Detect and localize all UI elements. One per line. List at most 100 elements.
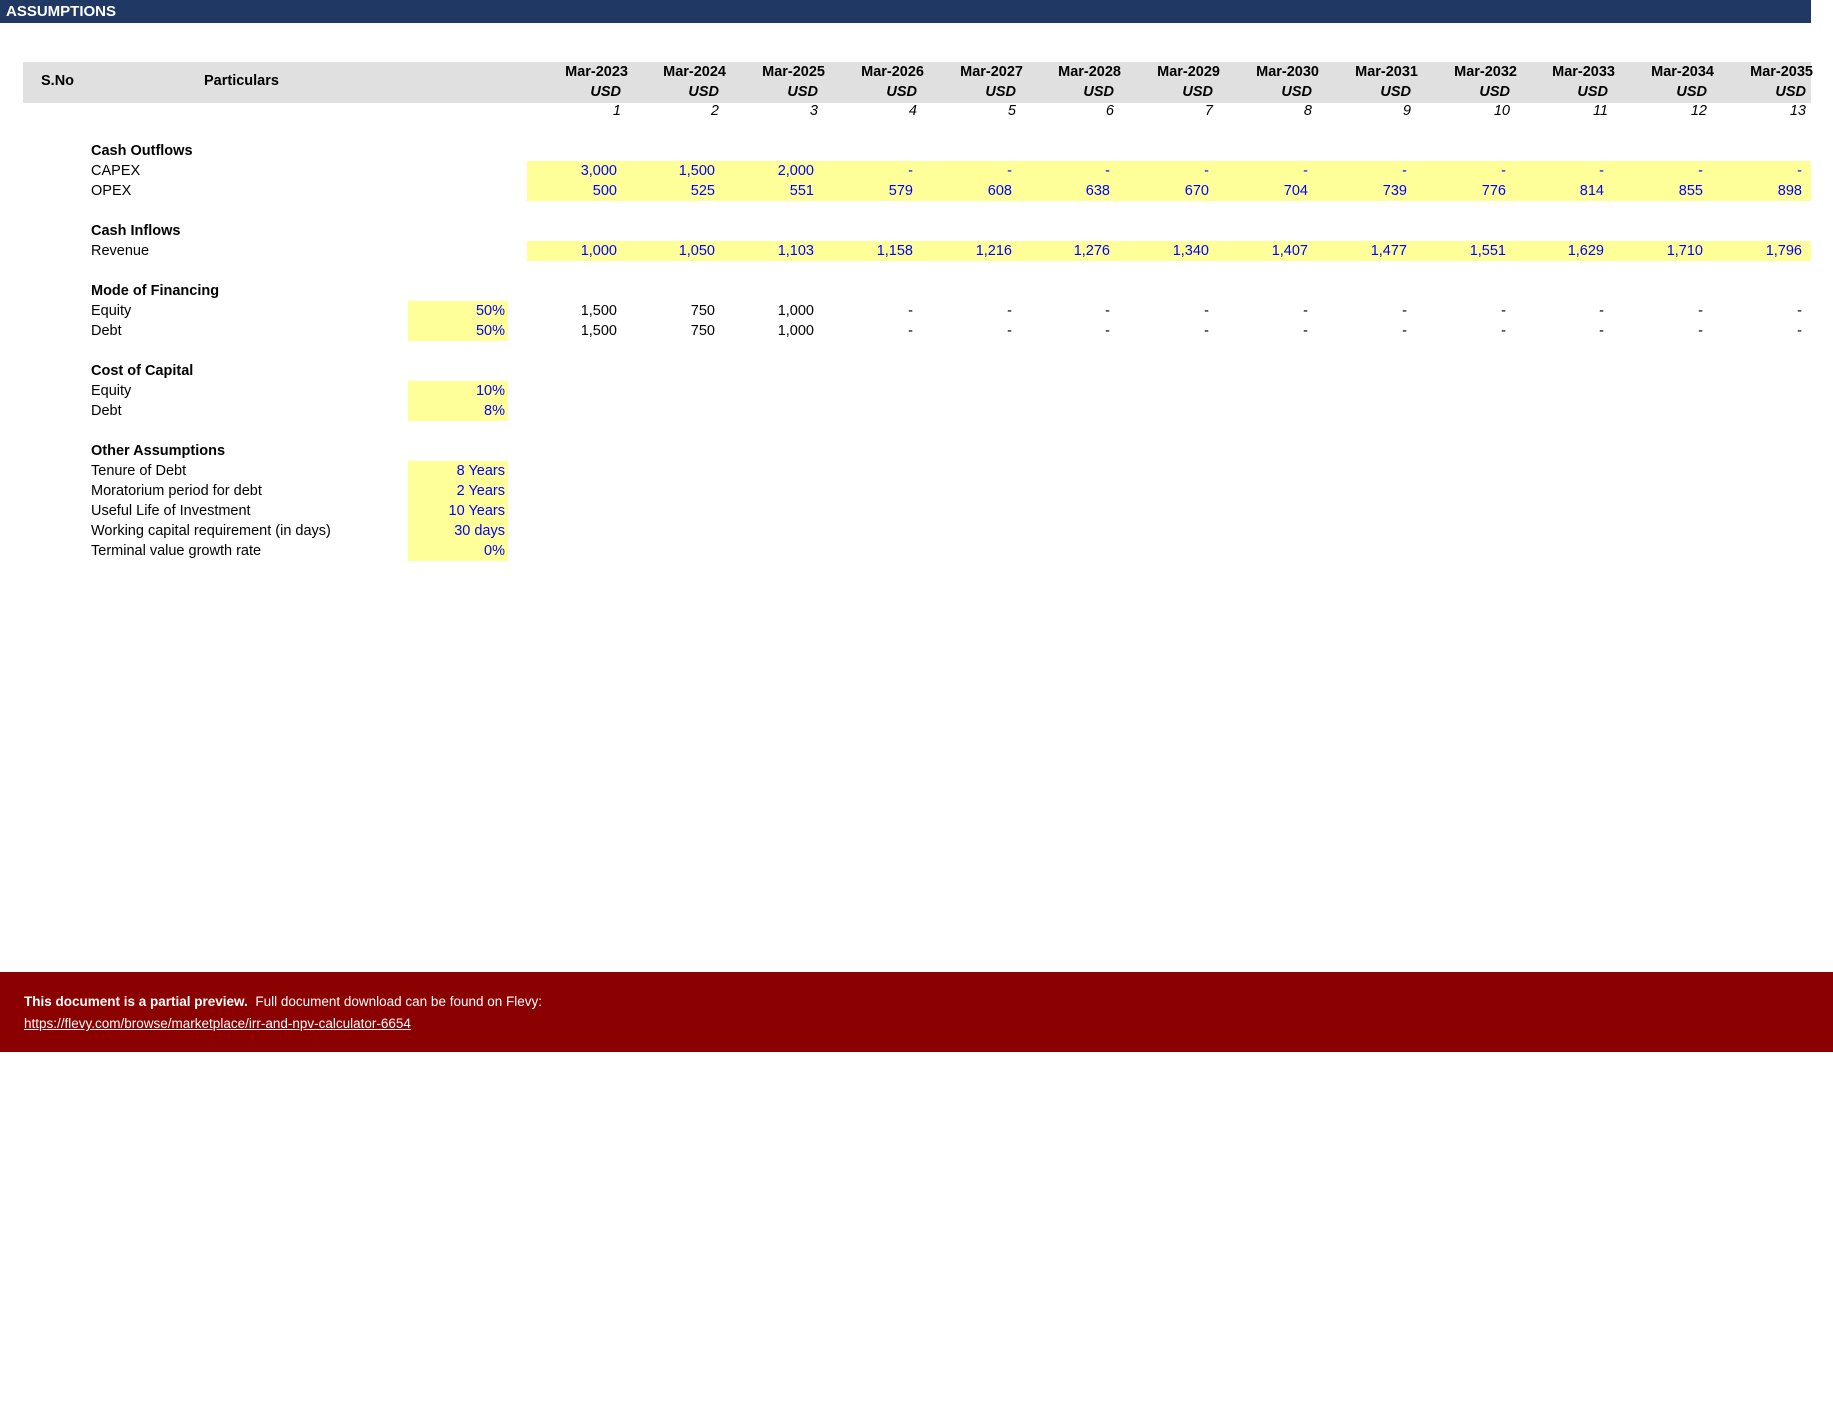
value-cell: - <box>1007 323 1012 339</box>
value-cell[interactable]: 525 <box>619 181 715 201</box>
assumption-input-cell[interactable]: 8 Years <box>408 461 508 481</box>
value-cell[interactable]: - <box>1410 161 1506 181</box>
value-cell: - <box>1698 323 1703 339</box>
sheet-title: ASSUMPTIONS <box>0 0 1811 23</box>
row-label: Debt <box>91 403 122 419</box>
assumption-input-cell[interactable]: 30 days <box>408 521 508 541</box>
value-cell: 1,000 <box>777 323 814 339</box>
value-cell[interactable]: 704 <box>1212 181 1308 201</box>
value-cell[interactable]: 739 <box>1311 181 1407 201</box>
period-index: 13 <box>1789 103 1806 119</box>
value-cell: - <box>1797 303 1802 319</box>
value-cell[interactable]: - <box>1014 161 1110 181</box>
value-cell[interactable]: - <box>1113 161 1209 181</box>
value-cell[interactable]: - <box>1311 161 1407 181</box>
value-cell[interactable]: - <box>916 161 1012 181</box>
value-cell[interactable]: 638 <box>1014 181 1110 201</box>
value-cell: 1,500 <box>580 303 617 319</box>
value-cell[interactable]: 500 <box>521 181 617 201</box>
value-cell[interactable]: 776 <box>1410 181 1506 201</box>
unit-label: USD <box>1775 84 1806 100</box>
assumption-input-cell[interactable]: 0% <box>408 541 508 561</box>
footer-bold-text: This document is a partial preview. <box>24 994 248 1009</box>
preview-footer: This document is a partial preview. Full… <box>0 972 1833 1052</box>
period-index: 9 <box>1402 103 1411 119</box>
value-cell[interactable]: 855 <box>1607 181 1703 201</box>
period-header: Mar-2034 <box>1651 64 1714 80</box>
value-cell[interactable]: 670 <box>1113 181 1209 201</box>
row-label: Moratorium period for debt <box>91 483 262 499</box>
value-cell[interactable]: - <box>1212 161 1308 181</box>
value-cell[interactable]: 1,103 <box>718 241 814 261</box>
period-index: 5 <box>1007 103 1016 119</box>
assumption-input-cell[interactable]: 50% <box>408 301 508 321</box>
value-cell[interactable]: - <box>1607 161 1703 181</box>
row-label: OPEX <box>91 183 132 199</box>
unit-label: USD <box>985 84 1016 100</box>
unit-label: USD <box>787 84 818 100</box>
value-cell[interactable]: 1,340 <box>1113 241 1209 261</box>
value-cell: - <box>1007 303 1012 319</box>
row-label: Revenue <box>91 243 150 259</box>
period-header: Mar-2024 <box>663 64 726 80</box>
value-cell[interactable]: 1,796 <box>1706 241 1802 261</box>
row-label: Tenure of Debt <box>91 463 187 479</box>
section-title-other-assumptions: Other Assumptions <box>91 443 226 459</box>
value-cell: - <box>1402 303 1407 319</box>
value-cell[interactable]: - <box>1706 161 1802 181</box>
value-cell[interactable]: 1,500 <box>619 161 715 181</box>
period-index: 6 <box>1105 103 1114 119</box>
value-cell[interactable]: - <box>817 161 913 181</box>
value-cell[interactable]: 898 <box>1706 181 1802 201</box>
value-cell[interactable]: 814 <box>1508 181 1604 201</box>
value-cell: - <box>1105 303 1110 319</box>
period-header: Mar-2027 <box>960 64 1023 80</box>
assumption-input-cell[interactable]: 10% <box>408 381 508 401</box>
row-label: Useful Life of Investment <box>91 503 251 519</box>
row-label: Terminal value growth rate <box>91 543 262 559</box>
unit-label: USD <box>1380 84 1411 100</box>
assumption-input-cell[interactable]: 10 Years <box>408 501 508 521</box>
period-header: Mar-2029 <box>1157 64 1220 80</box>
section-title-cost-of-capital: Cost of Capital <box>91 363 194 379</box>
value-cell[interactable]: - <box>1508 161 1604 181</box>
value-cell: 1,000 <box>777 303 814 319</box>
header-sno: S.No <box>41 73 75 89</box>
value-cell[interactable]: 608 <box>916 181 1012 201</box>
unit-label: USD <box>1577 84 1608 100</box>
value-cell[interactable]: 1,629 <box>1508 241 1604 261</box>
value-cell[interactable]: 1,050 <box>619 241 715 261</box>
value-cell[interactable]: 1,216 <box>916 241 1012 261</box>
value-cell[interactable]: 579 <box>817 181 913 201</box>
assumption-input-cell[interactable]: 8% <box>408 401 508 421</box>
value-cell[interactable]: 2,000 <box>718 161 814 181</box>
assumption-input-cell[interactable]: 50% <box>408 321 508 341</box>
section-title-mode-of-financing: Mode of Financing <box>91 283 220 299</box>
value-cell[interactable]: 1,710 <box>1607 241 1703 261</box>
footer-link[interactable]: https://flevy.com/browse/marketplace/irr… <box>24 1016 411 1031</box>
section-title-cash-outflows: Cash Outflows <box>91 143 193 159</box>
value-cell: - <box>1698 303 1703 319</box>
row-label: Working capital requirement (in days) <box>91 523 331 539</box>
value-cell[interactable]: 3,000 <box>521 161 617 181</box>
value-cell: - <box>908 303 913 319</box>
footer-text: This document is a partial preview. Full… <box>24 994 542 1009</box>
value-cell[interactable]: 1,551 <box>1410 241 1506 261</box>
unit-label: USD <box>1479 84 1510 100</box>
value-cell[interactable]: 1,276 <box>1014 241 1110 261</box>
period-header: Mar-2033 <box>1552 64 1615 80</box>
value-cell: - <box>1303 303 1308 319</box>
period-header: Mar-2032 <box>1454 64 1517 80</box>
value-cell: 750 <box>690 323 715 339</box>
value-cell[interactable]: 1,477 <box>1311 241 1407 261</box>
period-header: Mar-2023 <box>565 64 628 80</box>
unit-label: USD <box>590 84 621 100</box>
period-index: 1 <box>612 103 621 119</box>
value-cell[interactable]: 1,158 <box>817 241 913 261</box>
assumption-input-cell[interactable]: 2 Years <box>408 481 508 501</box>
value-cell[interactable]: 1,000 <box>521 241 617 261</box>
value-cell[interactable]: 1,407 <box>1212 241 1308 261</box>
value-cell[interactable]: 551 <box>718 181 814 201</box>
value-cell: - <box>1105 323 1110 339</box>
value-cell: - <box>908 323 913 339</box>
